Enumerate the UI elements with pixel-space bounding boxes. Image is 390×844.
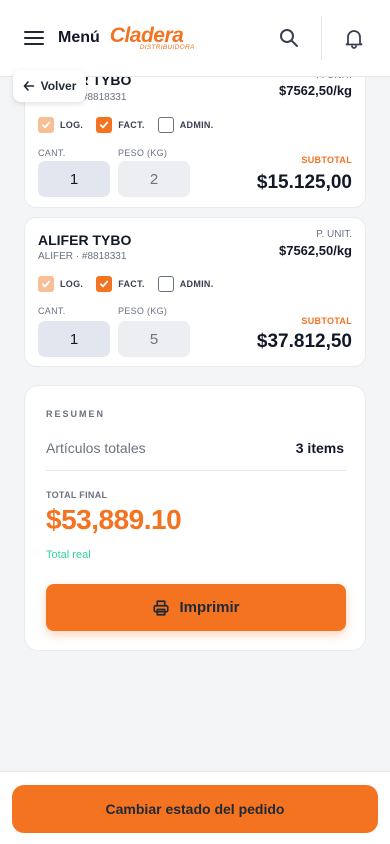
checkbox-log[interactable]: LOG. [38, 117, 83, 133]
checkbox-log-label: LOG. [60, 279, 84, 289]
notifications-button[interactable] [342, 26, 366, 50]
checkbox-admin-label: ADMIN. [179, 279, 214, 289]
change-status-button[interactable]: Cambiar estado del pedido [12, 785, 378, 833]
subtotal-label: SUBTOTAL [301, 316, 352, 326]
menu-button[interactable]: Menú [24, 29, 100, 47]
search-button[interactable] [277, 26, 301, 50]
peso-label: PESO (KG) [118, 306, 168, 316]
unit-price-label: P. UNIT. [316, 229, 352, 240]
check-icon [96, 117, 113, 133]
check-icon [38, 117, 54, 133]
print-label: Imprimir [179, 599, 240, 616]
total-articles-label: Artículos totales [46, 440, 146, 456]
subtotal-label: SUBTOTAL [301, 155, 352, 165]
back-label: Volver [40, 79, 77, 93]
check-icon [96, 276, 113, 292]
item-name: ALIFER TYBO [38, 232, 132, 248]
item-code: ALIFER · #8818331 [38, 251, 127, 262]
printer-icon [153, 599, 170, 616]
checkbox-admin-box [157, 276, 174, 292]
subtotal-value: $37.812,50 [256, 331, 352, 352]
checkbox-fact[interactable]: FACT. [96, 276, 145, 292]
quantity-input[interactable]: 1 [38, 321, 110, 357]
unit-price: $7562,50/kg [278, 243, 352, 258]
summary-title: RESUMEN [46, 409, 106, 419]
app-header: Menú Cladera DISTRIBUIDORA [0, 0, 390, 77]
checkbox-fact-label: FACT. [118, 279, 145, 289]
weight-input[interactable]: 2 [118, 161, 190, 197]
checkbox-admin-box [157, 117, 174, 133]
checkbox-admin[interactable]: ADMIN. [157, 276, 214, 292]
arrow-left-icon [23, 81, 34, 91]
order-summary: RESUMEN Artículos totales 3 items TOTAL … [24, 385, 366, 651]
quantity-input[interactable]: 1 [38, 161, 110, 197]
total-final-label: TOTAL FINAL [46, 490, 108, 500]
total-final-value: $53,889.10 [46, 504, 182, 535]
logo-text: Cladera [109, 23, 184, 47]
menu-icon [24, 31, 44, 45]
summary-divider [46, 470, 346, 471]
checkbox-admin-label: ADMIN. [179, 120, 214, 130]
total-real-label: Total real [46, 549, 91, 561]
brand-logo: Cladera DISTRIBUIDORA [110, 25, 195, 52]
back-button[interactable]: Volver [13, 70, 86, 102]
logo-subtext: DISTRIBUIDORA [139, 43, 195, 51]
search-icon [280, 29, 298, 47]
checkbox-admin[interactable]: ADMIN. [157, 117, 214, 133]
unit-price: $7562,50/kg [278, 83, 352, 98]
bell-icon [345, 30, 363, 49]
cant-label: CANT. [38, 306, 66, 316]
order-item-card: ALIFER TYBO ALIFER · #8818331 P. UNIT. $… [24, 217, 366, 367]
status-checkboxes: LOG. FACT. ADMIN. [38, 117, 227, 133]
total-articles-value: 3 items [295, 440, 344, 456]
subtotal-value: $15.125,00 [256, 172, 352, 193]
print-button[interactable]: Imprimir [46, 584, 346, 631]
header-divider [321, 16, 322, 60]
checkbox-log-label: LOG. [60, 120, 84, 130]
menu-label: Menú [58, 29, 100, 46]
bottom-action-bar: Cambiar estado del pedido [0, 771, 390, 844]
cant-label: CANT. [38, 148, 66, 158]
peso-label: PESO (KG) [118, 148, 168, 158]
checkbox-fact-label: FACT. [118, 120, 145, 130]
check-icon [38, 276, 54, 292]
status-checkboxes: LOG. FACT. ADMIN. [38, 276, 227, 292]
checkbox-log[interactable]: LOG. [38, 276, 83, 292]
weight-input[interactable]: 5 [118, 321, 190, 357]
checkbox-fact[interactable]: FACT. [96, 117, 145, 133]
